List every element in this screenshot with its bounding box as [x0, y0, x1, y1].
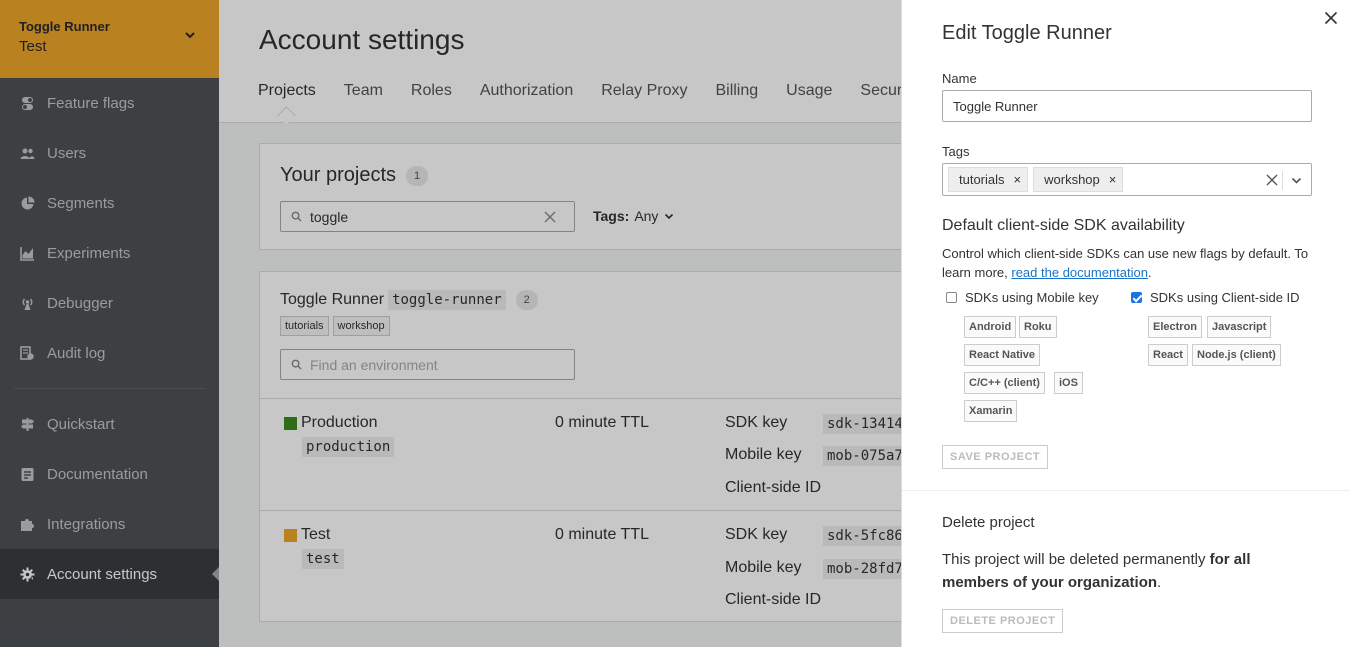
delete-text-end: .: [1157, 574, 1162, 591]
delete-project-button[interactable]: DELETE PROJECT: [942, 609, 1064, 633]
tag-chip-label: workshop: [1044, 172, 1100, 187]
tag-chip-workshop: workshop ×: [1033, 167, 1124, 192]
sdk-availability-title: Default client-side SDK availability: [942, 217, 1185, 234]
sdk-availability-description: Control which client-side SDKs can use n…: [942, 244, 1322, 282]
tag-chip-tutorials: tutorials ×: [948, 167, 1029, 192]
panel-title: Edit Toggle Runner: [942, 22, 1112, 44]
mobile-key-checkbox[interactable]: [946, 292, 957, 303]
sdk-chip: Roku: [1019, 316, 1057, 338]
client-side-id-checkbox[interactable]: [1131, 292, 1142, 303]
sdk-chip: Electron: [1148, 316, 1203, 338]
tag-chip-label: tutorials: [959, 172, 1005, 187]
project-name-value: Toggle Runner: [953, 98, 1038, 114]
delete-project-description: This project will be deleted permanently…: [942, 548, 1312, 594]
remove-tag-icon[interactable]: ×: [1109, 172, 1117, 187]
documentation-link[interactable]: read the documentation: [1011, 265, 1148, 280]
sdk-desc-end: .: [1147, 265, 1152, 280]
select-separator: [1282, 171, 1283, 190]
mobile-key-option[interactable]: SDKs using Mobile key: [946, 290, 1099, 305]
sdk-chip: React Native: [964, 344, 1041, 366]
close-icon[interactable]: [1324, 11, 1338, 25]
delete-text: This project will be deleted permanently: [942, 551, 1210, 568]
project-name-field[interactable]: Toggle Runner: [942, 90, 1312, 122]
chevron-down-icon[interactable]: [1291, 175, 1302, 186]
sdk-chip: C/C++ (client): [964, 372, 1045, 394]
sdk-chip: Javascript: [1207, 316, 1272, 338]
sdk-chip: React: [1148, 344, 1188, 366]
sdk-chip: Node.js (client): [1192, 344, 1281, 366]
tags-select[interactable]: tutorials × workshop ×: [942, 163, 1312, 196]
sdk-chip: Xamarin: [964, 400, 1018, 422]
client-side-id-option-label: SDKs using Client-side ID: [1150, 290, 1300, 305]
remove-tag-icon[interactable]: ×: [1014, 172, 1022, 187]
name-label: Name: [942, 71, 977, 86]
delete-project-title: Delete project: [942, 514, 1035, 531]
sdk-chip: iOS: [1054, 372, 1083, 394]
clear-icon[interactable]: [1266, 174, 1278, 186]
mobile-key-option-label: SDKs using Mobile key: [965, 290, 1099, 305]
modal-backdrop[interactable]: [0, 0, 901, 647]
panel-divider: [902, 490, 1350, 491]
edit-project-panel: Edit Toggle Runner Name Toggle Runner Ta…: [901, 0, 1350, 647]
client-side-id-option[interactable]: SDKs using Client-side ID: [1131, 290, 1300, 305]
sdk-chip: Android: [964, 316, 1017, 338]
save-project-button[interactable]: SAVE PROJECT: [942, 445, 1049, 469]
tags-label: Tags: [942, 144, 970, 159]
